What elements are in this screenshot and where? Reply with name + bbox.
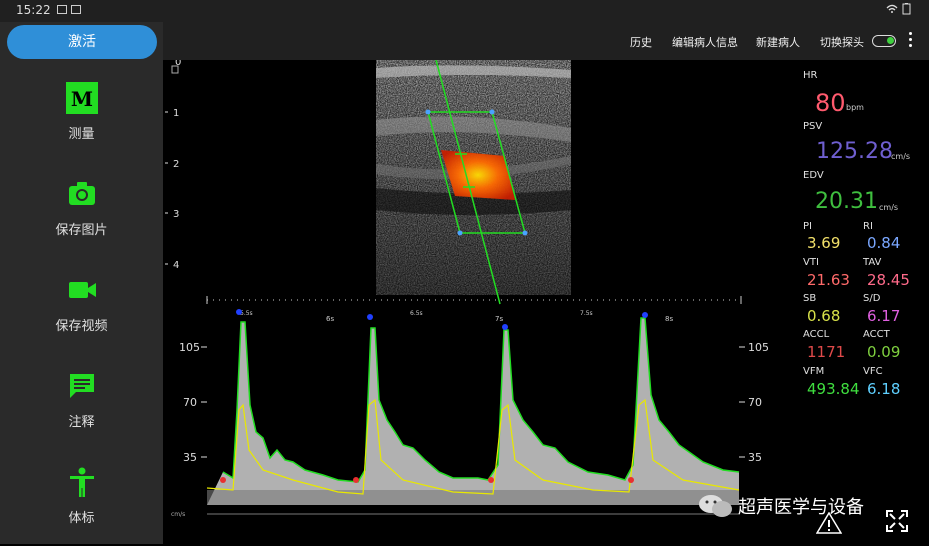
time-label: 6s [326, 315, 334, 323]
hr-label: HR [803, 70, 818, 81]
sidebar-item-label: 体标 [68, 511, 95, 526]
accl-value: 1171 [807, 343, 846, 361]
battery-icon [885, 3, 915, 18]
svg-text:M: M [71, 87, 93, 111]
time-label: 6.5s [410, 310, 423, 317]
sd-label: S/D [863, 293, 881, 304]
sidebar-item-measure[interactable]: M 测量 [0, 82, 163, 162]
status-time: 15:22 [16, 3, 51, 17]
sidebar-item-annotate[interactable]: 注释 [0, 370, 163, 450]
pi-label: PI [803, 221, 812, 232]
acct-value: 0.09 [867, 343, 901, 361]
sidebar-item-label: 保存图片 [55, 223, 108, 238]
velocity-label: 70 [748, 396, 762, 409]
sidebar: 激活 M 测量 保存图片 保存视频 注释 体标 [0, 22, 163, 544]
probe-toggle[interactable] [872, 35, 896, 47]
toolbar: 历史 编辑病人信息 新建病人 切换探头 [163, 22, 929, 60]
history-button[interactable]: 历史 [630, 34, 652, 50]
more-menu-icon[interactable] [909, 32, 913, 50]
sidebar-item-label: 注释 [68, 415, 95, 430]
pi-value: 3.69 [807, 234, 841, 252]
time-label: 7s [495, 315, 503, 323]
doppler-spectrum: cm/s [171, 309, 740, 518]
doppler-time-axis: 5.5s 6s 6.5s 7s 7.5s 8s [206, 296, 742, 323]
fullscreen-icon[interactable] [885, 509, 909, 533]
velocity-label: 70 [183, 396, 197, 409]
vfc-label: VFC [863, 366, 883, 377]
velocity-label: 35 [748, 451, 762, 464]
velocity-label: 105 [748, 341, 769, 354]
time-label: 8s [665, 315, 673, 323]
tav-value: 28.45 [867, 271, 910, 289]
new-patient-button[interactable]: 新建病人 [756, 34, 800, 50]
edv-value: 20.31 [815, 189, 878, 214]
time-label: 5.5s [240, 310, 253, 317]
vti-value: 21.63 [807, 271, 850, 289]
m-mode-icon: M [66, 82, 98, 114]
accl-label: ACCL [803, 329, 830, 340]
hr-value: 80 [815, 89, 846, 117]
annotation-icon [70, 374, 94, 398]
toggle-knob [887, 37, 894, 44]
baseline-label: cm/s [171, 511, 185, 518]
psv-label: PSV [803, 121, 823, 132]
depth-label: 1 [173, 108, 179, 119]
tav-label: TAV [863, 257, 882, 268]
sb-value: 0.68 [807, 307, 841, 325]
measurement-panel: HR 80 bpm PSV 125.28 cm/s EDV 20.31 cm/s… [800, 62, 929, 462]
depth-label: 0 [175, 60, 181, 68]
psv-unit: cm/s [891, 152, 911, 161]
switch-probe-button[interactable]: 切换探头 [820, 34, 864, 50]
sidebar-item-save-video[interactable]: 保存视频 [0, 274, 163, 354]
velocity-scale-left: 105 70 35 [179, 341, 207, 464]
status-bar: 15:22 [0, 0, 929, 22]
watermark-text: 超声医学与设备 [738, 497, 864, 518]
ri-label: RI [863, 221, 873, 232]
sidebar-item-label: 保存视频 [55, 319, 108, 334]
imaging-area: 0 1 2 3 4 5.5s 6s 6.5s 7s 7.5s 8s 105 70… [165, 60, 769, 518]
vti-label: VTI [803, 257, 819, 268]
acct-label: ACCT [863, 329, 890, 340]
image-notification-icon [57, 5, 67, 14]
wechat-icon [699, 495, 732, 517]
edv-label: EDV [803, 170, 824, 181]
vfc-value: 6.18 [867, 380, 901, 398]
watermark: 超声医学与设备 [698, 491, 903, 521]
velocity-label: 105 [179, 341, 200, 354]
sidebar-item-body-mark[interactable]: 体标 [0, 466, 163, 546]
depth-label: 2 [173, 159, 179, 170]
sb-label: SB [803, 293, 817, 304]
velocity-label: 35 [183, 451, 197, 464]
ri-value: 0.84 [867, 234, 901, 252]
time-label: 7.5s [580, 310, 593, 317]
depth-label: 3 [173, 209, 179, 220]
sidebar-item-label: 测量 [68, 127, 95, 142]
vfm-value: 493.84 [807, 380, 860, 398]
video-icon [69, 282, 96, 298]
activate-button[interactable]: 激活 [7, 25, 157, 59]
checkbox-notification-icon [71, 5, 81, 14]
sidebar-item-save-image[interactable]: 保存图片 [0, 178, 163, 258]
camera-icon [69, 182, 95, 205]
edit-patient-button[interactable]: 编辑病人信息 [672, 34, 738, 50]
warning-icon[interactable] [816, 512, 842, 534]
depth-scale: 0 1 2 3 4 [165, 60, 181, 271]
depth-label: 4 [173, 260, 179, 271]
body-mark-icon [70, 467, 94, 497]
edv-unit: cm/s [879, 203, 899, 212]
psv-value: 125.28 [816, 139, 893, 164]
hr-unit: bpm [846, 103, 864, 112]
velocity-scale-right: 105 70 35 [739, 341, 769, 464]
vfm-label: VFM [803, 366, 825, 377]
sd-value: 6.17 [867, 307, 901, 325]
